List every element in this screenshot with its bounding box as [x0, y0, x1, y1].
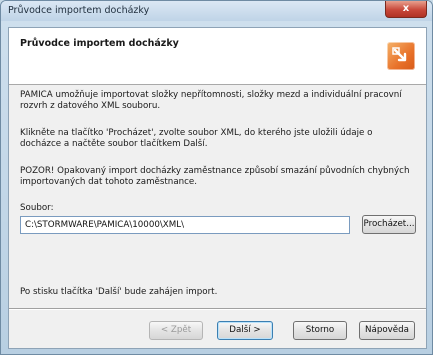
- help-button-label: Nápověda: [365, 325, 409, 335]
- back-button-label: < Zpět: [160, 325, 192, 335]
- warning-paragraph: POZOR! Opakovaný import docházky zaměstn…: [20, 166, 410, 187]
- cancel-button-label: Storno: [305, 325, 335, 335]
- file-label: Soubor:: [20, 203, 54, 213]
- next-button-label: Další >: [229, 325, 261, 335]
- browse-button[interactable]: Procházet...: [362, 215, 416, 234]
- wizard-window: Průvodce importem docházky x Průvodce im…: [0, 0, 433, 355]
- import-note: Po stisku tlačítka 'Další' bude zahájen …: [20, 287, 218, 297]
- wizard-header: Průvodce importem docházky: [9, 28, 426, 85]
- file-path-input[interactable]: [20, 216, 350, 234]
- page-title: Průvodce importem docházky: [20, 38, 179, 49]
- back-button[interactable]: < Zpět: [149, 321, 203, 340]
- close-button[interactable]: x: [385, 1, 427, 18]
- title-bar[interactable]: Průvodce importem docházky x: [1, 1, 432, 21]
- footer-divider: [9, 308, 426, 310]
- window-title: Průvodce importem docházky: [8, 5, 150, 16]
- wizard-client-area: Průvodce importem docházky PAMICA umožňu…: [8, 27, 427, 349]
- browse-button-label: Procházet...: [363, 219, 415, 229]
- intro-paragraph: PAMICA umožňuje importovat složky nepřít…: [20, 90, 402, 111]
- help-button[interactable]: Nápověda: [359, 321, 415, 340]
- pamica-logo-icon: [387, 42, 415, 70]
- cancel-button[interactable]: Storno: [293, 321, 347, 340]
- next-button[interactable]: Další >: [217, 321, 273, 340]
- instructions-paragraph: Klikněte na tlačítko 'Procházet', zvolte…: [20, 128, 373, 149]
- close-icon: x: [402, 3, 410, 14]
